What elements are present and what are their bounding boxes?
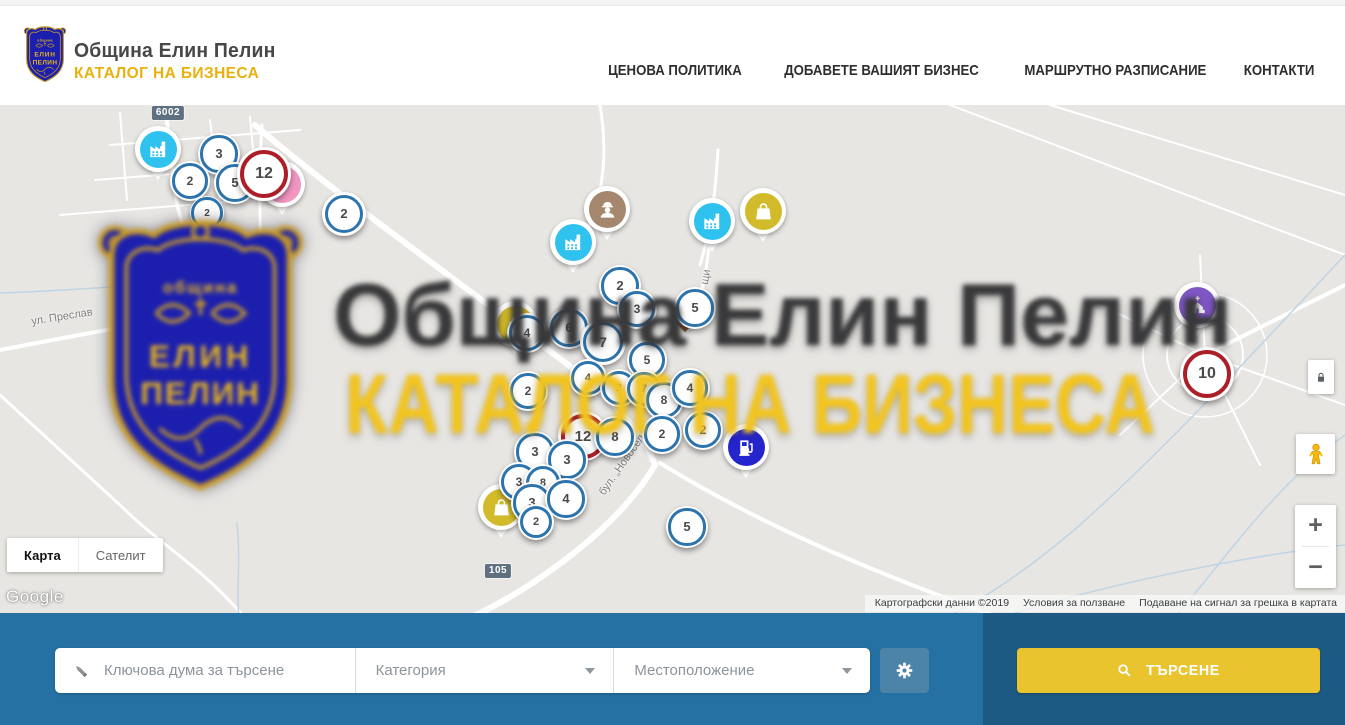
factory-icon bbox=[562, 231, 585, 254]
pegman-button[interactable] bbox=[1296, 434, 1335, 474]
municipality-crest-logo[interactable] bbox=[22, 23, 68, 85]
map-pin-factory[interactable] bbox=[550, 219, 596, 277]
map-cluster[interactable]: 5 bbox=[674, 287, 716, 329]
site-header: Община Елин Пелин КАТАЛОГ НА БИЗНЕСА ЦЕН… bbox=[0, 6, 1345, 106]
pencil-icon bbox=[71, 661, 90, 680]
cluster-count: 8 bbox=[596, 418, 633, 455]
factory-icon bbox=[701, 210, 724, 233]
factory-icon bbox=[147, 138, 170, 161]
google-logo[interactable]: Google bbox=[6, 587, 64, 607]
cluster-count: 2 bbox=[172, 163, 208, 199]
keyword-field[interactable] bbox=[55, 661, 355, 680]
map-cluster[interactable]: 2 bbox=[642, 414, 682, 454]
streetview-lock-button[interactable] bbox=[1308, 360, 1334, 394]
map-cluster[interactable]: 2 bbox=[170, 161, 210, 201]
chevron-down-icon bbox=[842, 668, 852, 674]
road-badge: 6002 bbox=[152, 106, 184, 120]
map-attribution: Картографски данни ©2019 Условия за полз… bbox=[865, 595, 1345, 612]
location-select[interactable]: Местоположение bbox=[614, 662, 870, 679]
cluster-count: 2 bbox=[510, 373, 546, 409]
fuel-icon bbox=[735, 436, 758, 459]
location-select-label: Местоположение bbox=[634, 662, 754, 679]
cluster-count: 7 bbox=[583, 322, 623, 362]
cluster-count: 2 bbox=[644, 416, 680, 452]
cluster-count: 4 bbox=[672, 370, 708, 406]
pin-head bbox=[135, 126, 181, 172]
map-type-map-button[interactable]: Карта bbox=[7, 538, 78, 572]
keyword-input[interactable] bbox=[102, 661, 326, 680]
map-pin-church[interactable] bbox=[1174, 282, 1220, 340]
pin-head bbox=[1174, 282, 1220, 328]
map-pin-factory[interactable] bbox=[689, 198, 735, 256]
map-pin-bag[interactable] bbox=[740, 188, 786, 246]
attribution-copyright: Картографски данни ©2019 bbox=[875, 597, 1009, 609]
church-icon bbox=[1186, 294, 1209, 317]
worker-icon bbox=[596, 198, 619, 221]
cluster-count: 12 bbox=[240, 150, 288, 198]
site-title: Община Елин Пелин bbox=[74, 40, 276, 63]
attribution-report-link[interactable]: Подаване на сигнал за грешка в картата bbox=[1139, 597, 1337, 609]
nav-add-business[interactable]: ДОБАВЕТЕ ВАШИЯТ БИЗНЕС bbox=[784, 62, 979, 79]
cluster-count: 4 bbox=[509, 315, 545, 351]
attribution-terms-link[interactable]: Условия за ползване bbox=[1023, 597, 1125, 609]
pin-head bbox=[550, 219, 596, 265]
chevron-down-icon bbox=[585, 668, 595, 674]
map-cluster[interactable]: 4 bbox=[507, 313, 547, 353]
site-brand[interactable]: Община Елин Пелин КАТАЛОГ НА БИЗНЕСА bbox=[74, 40, 276, 83]
map-cluster[interactable]: 2 bbox=[683, 410, 723, 450]
nav-pricing-policy[interactable]: ЦЕНОВА ПОЛИТИКА bbox=[608, 62, 742, 79]
search-bar: Категория Местоположение ТЪРСЕНЕ bbox=[0, 613, 1345, 725]
cluster-count: 2 bbox=[325, 195, 364, 234]
cluster-count: 5 bbox=[676, 289, 713, 326]
cluster-count: 10 bbox=[1183, 350, 1231, 398]
road-badge: 105 bbox=[485, 564, 511, 578]
search-icon bbox=[1116, 662, 1133, 679]
zoom-out-button[interactable]: − bbox=[1295, 547, 1336, 588]
search-fields: Категория Местоположение bbox=[55, 648, 870, 693]
map-cluster[interactable]: 12 bbox=[237, 147, 291, 201]
map-cluster[interactable]: 10 bbox=[1180, 347, 1234, 401]
main-nav: ЦЕНОВА ПОЛИТИКА ДОБАВЕТЕ ВАШИЯТ БИЗНЕС М… bbox=[599, 62, 1319, 79]
pegman-icon bbox=[1304, 441, 1328, 467]
map-cluster[interactable]: 5 bbox=[666, 506, 708, 548]
cluster-count: 3 bbox=[619, 291, 655, 327]
map-cluster[interactable]: 2 bbox=[518, 504, 554, 540]
map-cluster[interactable]: 2 bbox=[190, 196, 224, 230]
map-cluster[interactable]: 8 bbox=[594, 416, 636, 458]
category-select[interactable]: Категория bbox=[356, 662, 614, 679]
zoom-control: + − bbox=[1295, 505, 1336, 588]
pin-head bbox=[723, 424, 769, 470]
cluster-count: 2 bbox=[520, 506, 553, 539]
zoom-in-button[interactable]: + bbox=[1295, 505, 1336, 546]
map-cluster[interactable]: 2 bbox=[322, 192, 366, 236]
map-cluster[interactable]: 3 bbox=[617, 289, 657, 329]
bag-icon bbox=[752, 200, 775, 223]
nav-route-schedule[interactable]: МАРШРУТНО РАЗПИСАНИЕ bbox=[1024, 62, 1206, 79]
cluster-count: 2 bbox=[685, 412, 721, 448]
lock-icon bbox=[1314, 370, 1328, 385]
search-button-label: ТЪРСЕНЕ bbox=[1146, 662, 1220, 679]
map-pin-fuel[interactable] bbox=[723, 424, 769, 482]
page: Община Елин Пелин КАТАЛОГ НА БИЗНЕСА ЦЕН… bbox=[0, 0, 1345, 725]
pin-head bbox=[689, 198, 735, 244]
map-cluster[interactable]: 4 bbox=[670, 368, 710, 408]
advanced-settings-button[interactable] bbox=[880, 648, 929, 693]
map-type-control: Карта Сателит bbox=[7, 538, 163, 572]
map-type-satellite-button[interactable]: Сателит bbox=[78, 538, 163, 572]
cluster-count: 2 bbox=[191, 197, 222, 228]
pin-head bbox=[740, 188, 786, 234]
nav-contacts[interactable]: КОНТАКТИ bbox=[1244, 62, 1315, 79]
site-subtitle: КАТАЛОГ НА БИЗНЕСА bbox=[74, 65, 276, 83]
cluster-count: 4 bbox=[547, 480, 584, 517]
map-canvas[interactable]: 6002105ул. Преславбул. „Новоселщи 325122… bbox=[0, 105, 1345, 613]
cluster-count: 5 bbox=[668, 508, 705, 545]
search-button[interactable]: ТЪРСЕНЕ bbox=[1017, 648, 1320, 693]
category-select-label: Категория bbox=[376, 662, 446, 679]
map-cluster[interactable]: 2 bbox=[508, 371, 548, 411]
gear-icon bbox=[894, 660, 915, 681]
